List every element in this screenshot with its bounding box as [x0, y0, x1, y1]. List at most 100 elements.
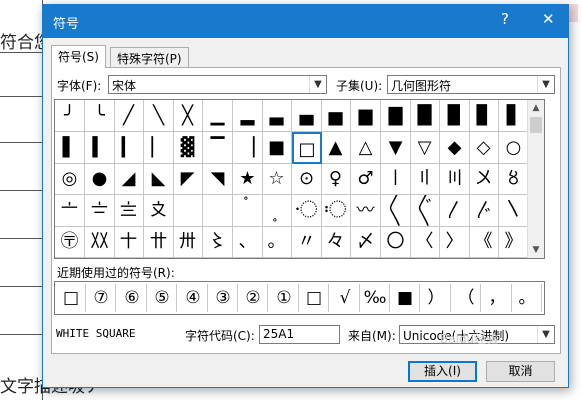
- symbol-cell[interactable]: ▓: [173, 132, 203, 164]
- symbol-cell[interactable]: ╱: [114, 100, 144, 132]
- symbol-cell[interactable]: ◆: [440, 132, 470, 164]
- symbol-cell[interactable]: 〰: [351, 195, 381, 227]
- symbol-cell[interactable]: 〭: [262, 195, 292, 227]
- symbol-cell[interactable]: 〸: [114, 226, 144, 258]
- tab-special-characters[interactable]: 特殊字符(P): [110, 47, 189, 67]
- symbol-cell[interactable]: 〣: [440, 163, 470, 195]
- symbol-cell[interactable]: 〉: [440, 226, 470, 258]
- symbol-cell[interactable]: 〯: [321, 195, 351, 227]
- symbol-cell[interactable]: ◥: [203, 163, 233, 195]
- symbol-cell[interactable]: ▼: [381, 132, 411, 164]
- symbol-cell[interactable]: ╰: [85, 100, 115, 132]
- recent-symbol-cell[interactable]: ‰: [361, 284, 390, 312]
- symbol-cell[interactable]: 〩: [144, 195, 174, 227]
- symbol-cell[interactable]: ◣: [144, 163, 174, 195]
- symbol-cell[interactable]: 《: [469, 226, 499, 258]
- subset-select[interactable]: 几何图形符 ▼: [387, 75, 555, 94]
- symbol-cell[interactable]: 〺: [173, 226, 203, 258]
- recent-symbol-cell[interactable]: ，: [483, 284, 512, 312]
- symbol-cell[interactable]: ⊙: [292, 163, 322, 195]
- symbol-cell[interactable]: 〳: [440, 195, 470, 227]
- chevron-down-icon[interactable]: ▼: [309, 76, 326, 93]
- char-code-input[interactable]: 25A1: [259, 325, 340, 344]
- chevron-down-icon[interactable]: ▼: [537, 326, 554, 343]
- recent-symbol-cell[interactable]: ⑦: [87, 284, 116, 312]
- symbol-cell[interactable]: ▋: [499, 100, 529, 132]
- symbol-cell[interactable]: ◇: [469, 132, 499, 164]
- symbol-cell[interactable]: ╲: [144, 100, 174, 132]
- recent-symbol-cell[interactable]: ③: [209, 284, 238, 312]
- scroll-thumb[interactable]: [530, 117, 542, 133]
- symbol-cell[interactable]: ▲: [321, 132, 351, 164]
- close-icon[interactable]: ✕: [542, 10, 555, 28]
- chevron-down-icon[interactable]: ▼: [537, 76, 554, 93]
- recent-symbol-cell[interactable]: 。: [513, 284, 542, 312]
- symbol-cell[interactable]: ▊: [469, 100, 499, 132]
- font-select[interactable]: 宋体 ▼: [108, 75, 327, 94]
- tab-symbols[interactable]: 符号(S): [51, 45, 106, 68]
- symbol-cell[interactable]: 〫: [203, 195, 233, 227]
- symbol-cell[interactable]: ▁: [203, 100, 233, 132]
- symbol-cell[interactable]: ▌: [55, 132, 85, 164]
- symbol-cell[interactable]: 〇: [381, 226, 411, 258]
- symbol-cell[interactable]: ╯: [55, 100, 85, 132]
- symbol-cell[interactable]: 》: [499, 226, 529, 258]
- symbol-cell[interactable]: ◤: [173, 163, 203, 195]
- symbol-cell[interactable]: ▂: [233, 100, 263, 132]
- recent-symbol-cell[interactable]: ■: [391, 284, 420, 312]
- symbol-cell[interactable]: ♂: [351, 163, 381, 195]
- symbol-cell[interactable]: ☆: [262, 163, 292, 195]
- symbol-cell[interactable]: █: [410, 100, 440, 132]
- symbol-cell[interactable]: △: [351, 132, 381, 164]
- recent-symbol-cell[interactable]: ②: [239, 284, 268, 312]
- symbol-cell[interactable]: ★: [233, 163, 263, 195]
- scroll-down-icon[interactable]: ▼: [528, 242, 544, 258]
- cancel-button[interactable]: 取消: [486, 361, 555, 382]
- symbol-cell[interactable]: ▇: [381, 100, 411, 132]
- symbol-cell[interactable]: 〵: [499, 195, 529, 227]
- insert-button[interactable]: 插入(I): [408, 361, 477, 382]
- symbol-cell[interactable]: ♀: [321, 163, 351, 195]
- symbol-cell[interactable]: ▅: [321, 100, 351, 132]
- symbol-cell[interactable]: ▃: [262, 100, 292, 132]
- symbol-cell[interactable]: □: [292, 132, 322, 164]
- symbol-cell[interactable]: 〃: [292, 226, 322, 258]
- symbol-cell[interactable]: ▍: [85, 132, 115, 164]
- symbol-cell[interactable]: 〷: [85, 226, 115, 258]
- symbol-cell[interactable]: 〈: [410, 226, 440, 258]
- symbol-cell[interactable]: ▎: [114, 132, 144, 164]
- recent-symbol-cell[interactable]: （: [452, 284, 481, 312]
- symbol-cell[interactable]: ◢: [114, 163, 144, 195]
- symbol-cell[interactable]: ○: [499, 132, 529, 164]
- symbol-cell[interactable]: ▕: [233, 132, 263, 164]
- symbol-cell[interactable]: ◎: [55, 163, 85, 195]
- symbol-cell[interactable]: 〱: [381, 195, 411, 227]
- recent-symbol-cell[interactable]: ⑤: [148, 284, 177, 312]
- symbol-cell[interactable]: ●: [85, 163, 115, 195]
- recent-symbol-cell[interactable]: ）: [422, 284, 451, 312]
- symbol-cell[interactable]: 〦: [55, 195, 85, 227]
- symbol-cell[interactable]: 〤: [469, 163, 499, 195]
- symbol-cell[interactable]: 。: [262, 226, 292, 258]
- symbol-cell[interactable]: 々: [321, 226, 351, 258]
- symbol-cell[interactable]: 〧: [85, 195, 115, 227]
- symbol-cell[interactable]: ■: [262, 132, 292, 164]
- symbol-cell[interactable]: 〆: [351, 226, 381, 258]
- recent-symbol-cell[interactable]: ①: [270, 284, 299, 312]
- symbol-cell[interactable]: 〨: [114, 195, 144, 227]
- symbol-cell[interactable]: ▉: [440, 100, 470, 132]
- recent-symbol-cell[interactable]: □: [300, 284, 329, 312]
- recent-symbol-cell[interactable]: √: [331, 284, 360, 312]
- symbol-cell[interactable]: 〶: [55, 226, 85, 258]
- symbol-cell[interactable]: ▽: [410, 132, 440, 164]
- symbol-cell[interactable]: 〥: [499, 163, 529, 195]
- symbol-cell[interactable]: ▔: [203, 132, 233, 164]
- symbol-cell[interactable]: 〲: [410, 195, 440, 227]
- recent-symbol-cell[interactable]: ④: [179, 284, 208, 312]
- symbol-cell[interactable]: 〹: [144, 226, 174, 258]
- symbol-cell[interactable]: 〻: [203, 226, 233, 258]
- symbol-cell[interactable]: 〮: [292, 195, 322, 227]
- scroll-up-icon[interactable]: ▲: [528, 100, 544, 116]
- recent-symbol-cell[interactable]: □: [57, 284, 86, 312]
- help-icon[interactable]: ?: [501, 10, 509, 28]
